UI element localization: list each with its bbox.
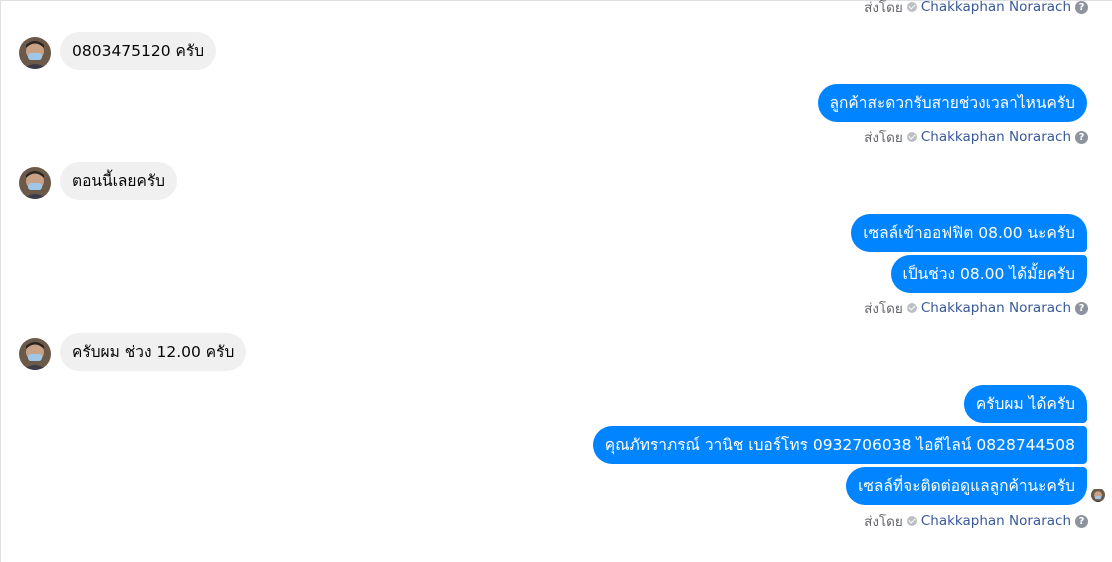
verified-check-icon <box>906 516 917 526</box>
outgoing-message[interactable]: เซลล์เข้าออฟฟิต 08.00 นะครับ <box>851 214 1087 252</box>
outgoing-message[interactable]: คุณภัทราภรณ์ วานิช เบอร์โทร 0932706038 ไ… <box>592 426 1087 464</box>
verified-check-icon <box>906 2 917 12</box>
outgoing-message[interactable]: ลูกค้าสะดวกรับสายช่วงเวลาไหนครับ <box>817 84 1087 122</box>
help-icon[interactable]: ? <box>1075 130 1088 144</box>
sender-name-link[interactable]: Chakkaphan Norarach <box>921 513 1071 529</box>
help-icon[interactable]: ? <box>1075 301 1088 315</box>
sent-by-label: ส่งโดย <box>864 514 903 530</box>
help-icon[interactable]: ? <box>1075 514 1088 528</box>
verified-check-icon <box>906 132 917 142</box>
sender-name-link[interactable]: Chakkaphan Norarach <box>921 129 1071 145</box>
help-icon[interactable]: ? <box>1075 0 1088 14</box>
customer-avatar[interactable] <box>19 167 51 199</box>
outgoing-message[interactable]: เซลล์ที่จะติดต่อดูแลลูกค้านะครับ <box>846 467 1087 505</box>
sent-by-label: ส่งโดย <box>864 0 903 16</box>
incoming-message[interactable]: ครับผม ช่วง 12.00 ครับ <box>60 333 247 371</box>
customer-avatar[interactable] <box>19 338 51 370</box>
outgoing-message[interactable]: ครับผม ได้ครับ <box>963 385 1087 423</box>
verified-check-icon <box>906 303 917 313</box>
customer-avatar[interactable] <box>19 37 51 69</box>
sent-by-line: ส่งโดย Chakkaphan Norarach ? <box>864 512 1088 530</box>
sender-name-link[interactable]: Chakkaphan Norarach <box>921 300 1071 316</box>
sent-by-line: ส่งโดย Chakkaphan Norarach ? <box>864 128 1088 146</box>
sent-by-line: ส่งโดย Chakkaphan Norarach ? <box>864 0 1088 16</box>
sent-by-label: ส่งโดย <box>864 301 903 317</box>
incoming-message[interactable]: 0803475120 ครับ <box>60 32 217 70</box>
outgoing-message[interactable]: เป็นช่วง 08.00 ได้มั้ยครับ <box>890 255 1087 293</box>
sent-by-line: ส่งโดย Chakkaphan Norarach ? <box>864 299 1088 317</box>
seen-indicator-avatar <box>1091 488 1105 502</box>
incoming-message[interactable]: ตอนนี้เลยครับ <box>60 162 177 200</box>
sent-by-label: ส่งโดย <box>864 130 903 146</box>
sender-name-link[interactable]: Chakkaphan Norarach <box>921 0 1071 15</box>
